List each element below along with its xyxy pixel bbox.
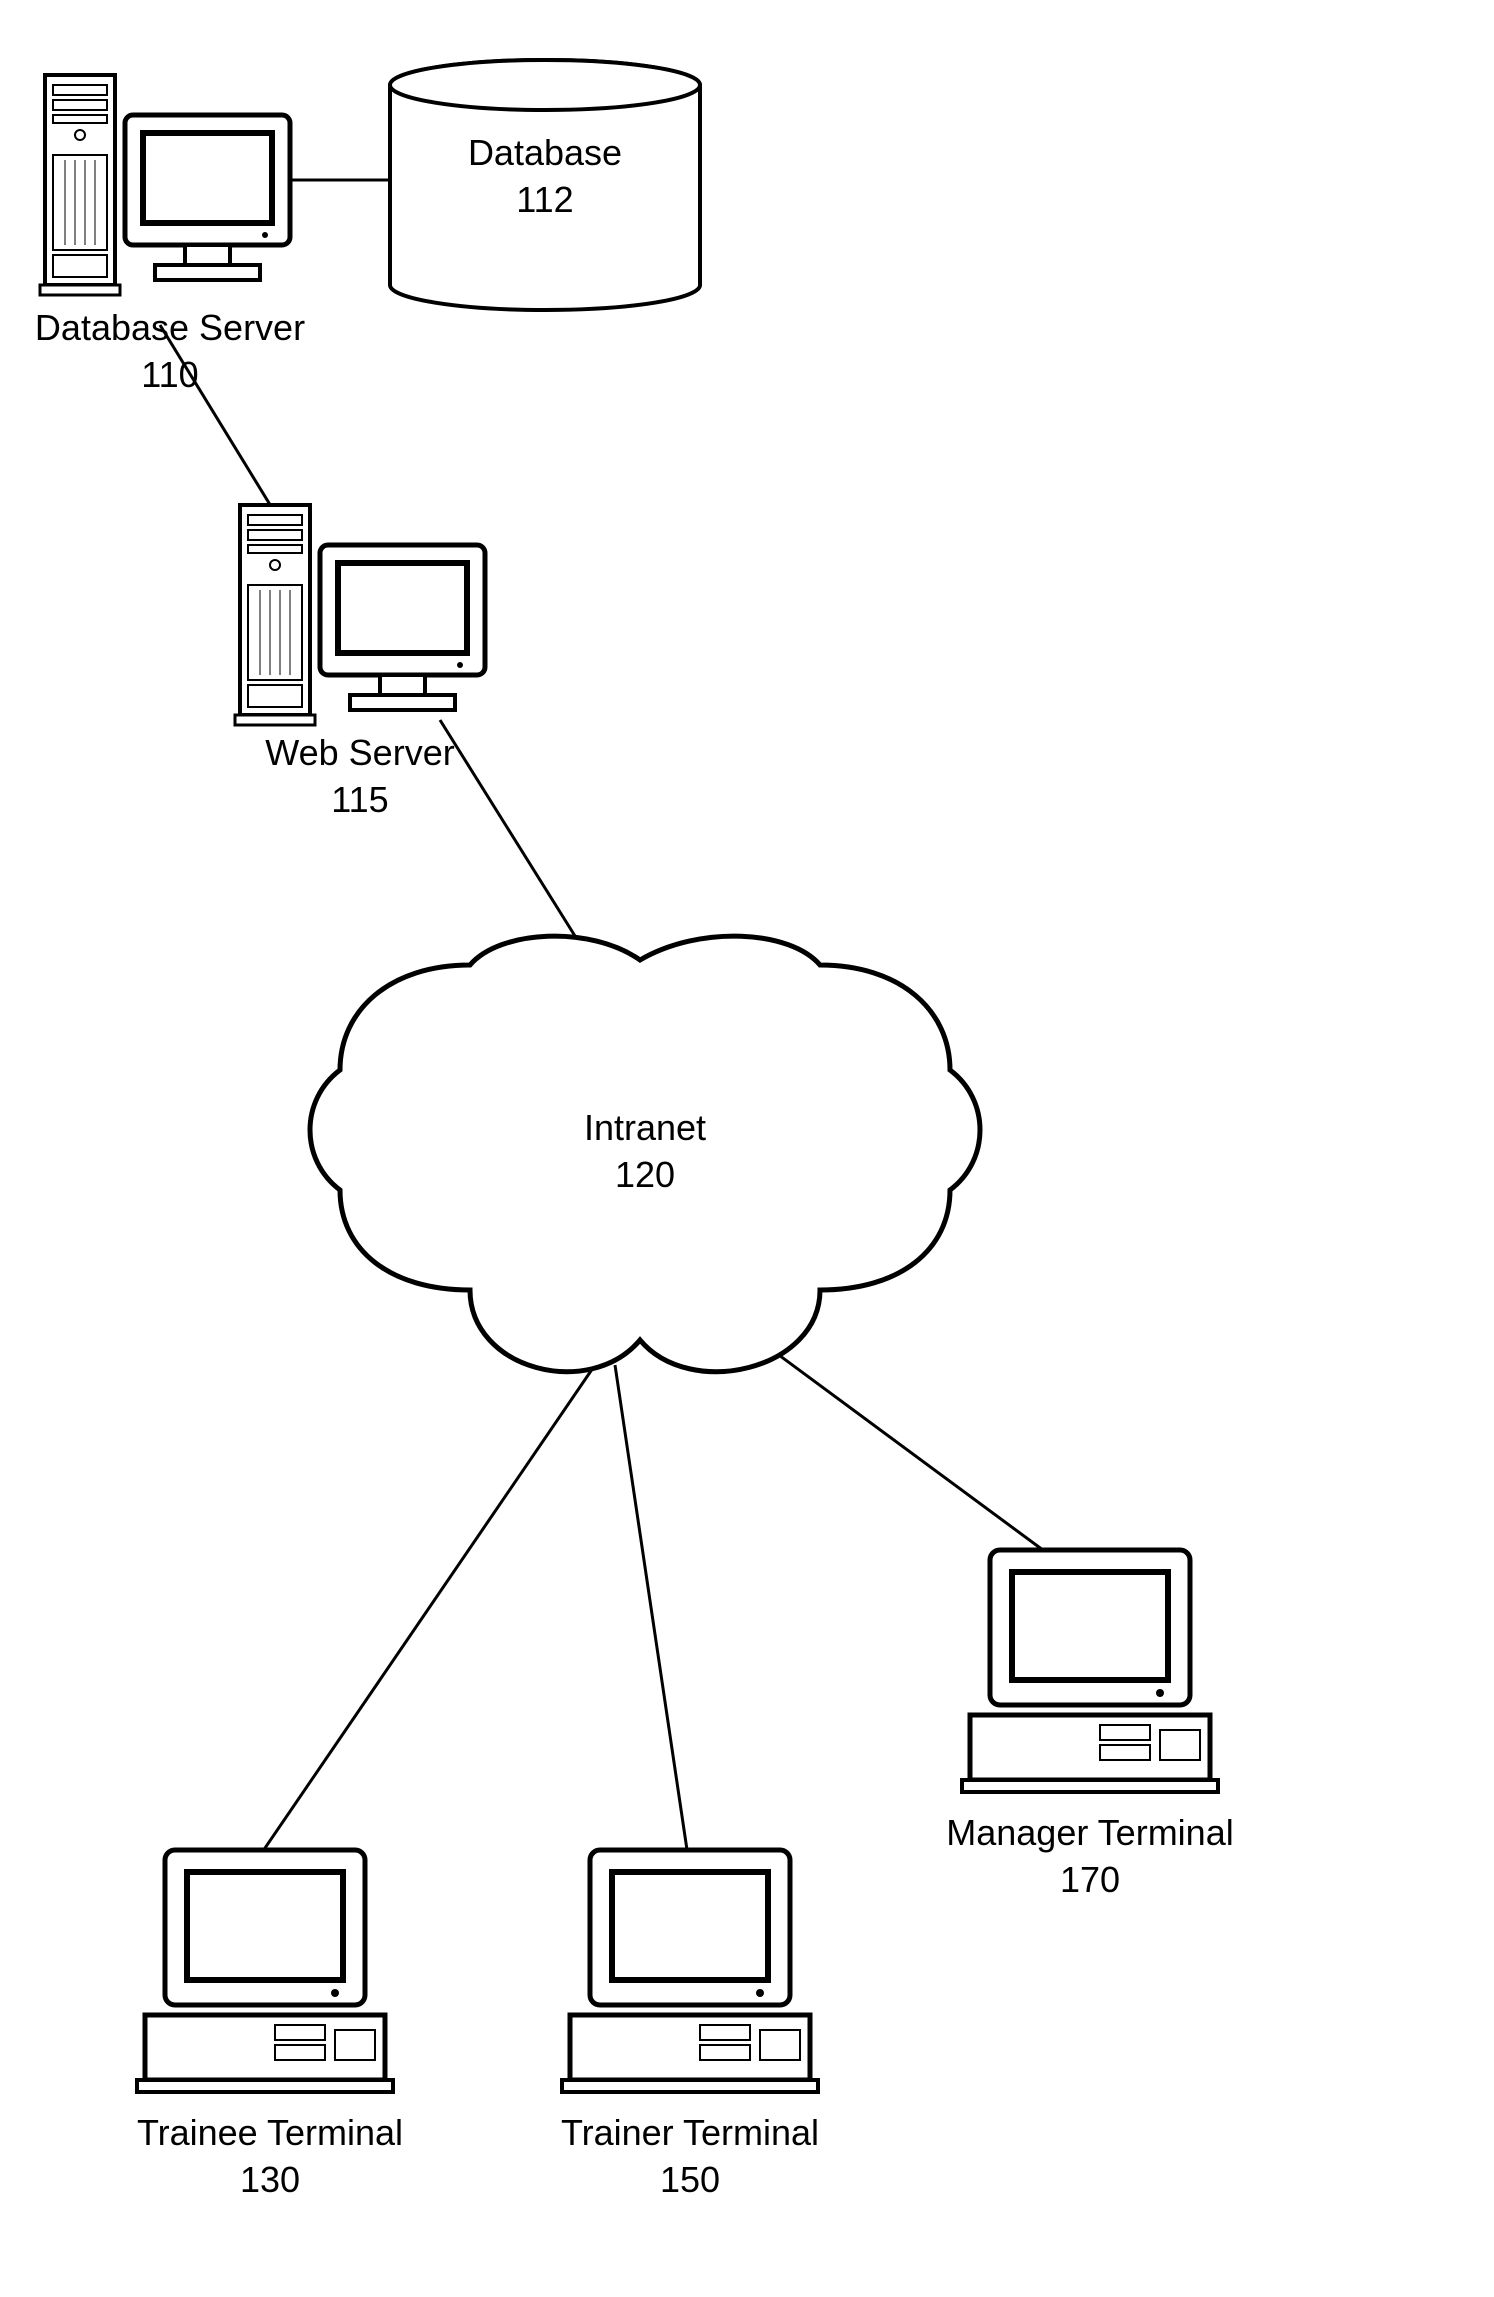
line-intranet-manager [745,1330,1070,1570]
database-server-label: Database Server 110 [20,305,320,399]
trainee-terminal-label-text: Trainee Terminal [137,2112,403,2153]
intranet-label: Intranet 120 [545,1105,745,1199]
database-server-ref: 110 [141,354,198,395]
intranet-label-text: Intranet [584,1107,706,1148]
trainer-terminal-ref: 150 [660,2159,720,2200]
line-intranet-trainee [250,1365,595,1870]
trainer-terminal-icon [562,1850,818,2092]
web-server-label-text: Web Server [265,732,454,773]
trainer-terminal-label-text: Trainer Terminal [561,2112,819,2153]
database-label-text: Database [468,132,622,173]
manager-terminal-label-text: Manager Terminal [946,1812,1233,1853]
database-server-icon [40,75,290,295]
manager-terminal-icon [962,1550,1218,1792]
web-server-icon [235,505,485,725]
web-server-ref: 115 [331,779,388,820]
trainee-terminal-ref: 130 [240,2159,300,2200]
trainee-terminal-label: Trainee Terminal 130 [110,2110,430,2204]
database-ref: 112 [516,179,573,220]
database-label: Database 112 [405,130,685,224]
trainer-terminal-label: Trainer Terminal 150 [530,2110,850,2204]
manager-terminal-ref: 170 [1060,1859,1120,1900]
intranet-ref: 120 [615,1154,675,1195]
line-intranet-trainer [615,1365,690,1870]
database-server-label-text: Database Server [35,307,305,348]
web-server-label: Web Server 115 [240,730,480,824]
trainee-terminal-icon [137,1850,393,2092]
manager-terminal-label: Manager Terminal 170 [930,1810,1250,1904]
